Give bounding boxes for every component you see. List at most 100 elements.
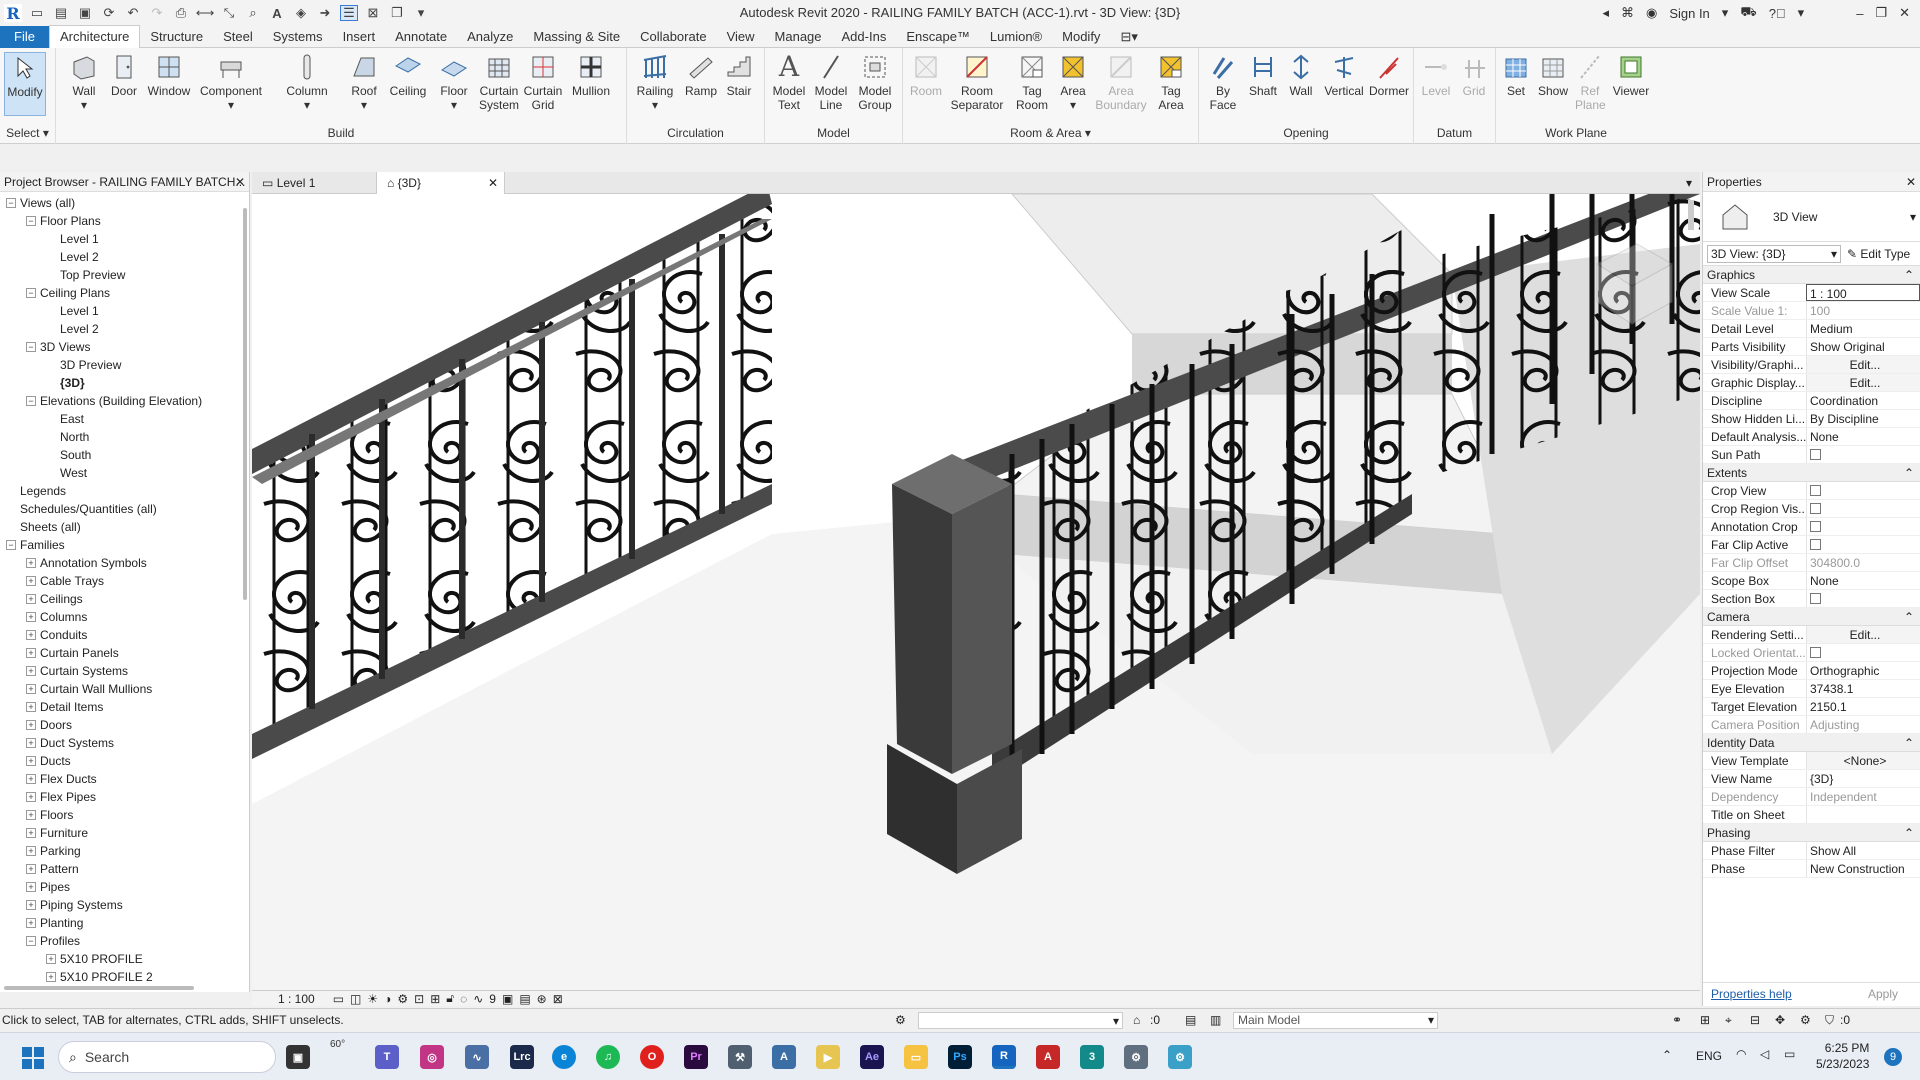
property-section-header[interactable]: Phasing ⌃ [1703, 824, 1920, 842]
column-button[interactable]: Column ▾ [282, 52, 332, 112]
roof-button[interactable]: Roof ▾ [346, 52, 382, 112]
mullion-button[interactable]: Mullion [568, 52, 614, 98]
model-group-button[interactable]: Model Group [853, 52, 897, 112]
area-boundary-button[interactable]: Area Boundary [1093, 52, 1149, 112]
status-filter-icon[interactable]: ⛉ [1825, 1009, 1834, 1031]
detail-level-icon[interactable]: ▭ [333, 992, 344, 1006]
render-icon[interactable]: ⚙ [397, 992, 408, 1006]
text-icon[interactable]: A [268, 5, 286, 21]
expand-toggle-icon[interactable]: + [26, 756, 36, 766]
premiere-icon[interactable]: Pr [684, 1045, 708, 1069]
collapse-toggle-icon[interactable]: − [26, 396, 36, 406]
tree-item[interactable]: Level 1 [0, 230, 249, 248]
sun-path-icon[interactable]: ☀ [367, 992, 378, 1006]
collapse-toggle-icon[interactable]: − [26, 288, 36, 298]
expand-toggle-icon[interactable]: + [26, 900, 36, 910]
cart-icon[interactable]: ⛟ [1740, 4, 1756, 22]
collapse-section-icon[interactable]: ⌃ [1904, 464, 1914, 482]
tree-item[interactable]: North [0, 428, 249, 446]
language-indicator[interactable]: ENG [1696, 1049, 1722, 1063]
tree-item[interactable]: Level 1 [0, 302, 249, 320]
tree-item[interactable]: +5X10 PROFILE 2 [0, 968, 249, 986]
set-button[interactable]: Set [1498, 52, 1534, 98]
property-value[interactable]: None [1806, 572, 1920, 589]
property-checkbox[interactable] [1806, 482, 1920, 499]
worksharing-status-icon[interactable]: ⚙ [895, 1009, 906, 1031]
folder-open-icon[interactable]: ▤ [52, 5, 70, 21]
property-section-header[interactable]: Graphics ⌃ [1703, 266, 1920, 284]
window-button[interactable]: Window [144, 52, 194, 98]
tree-item[interactable]: West [0, 464, 249, 482]
temp-properties-icon[interactable]: ▤ [519, 992, 530, 1006]
floor-button[interactable]: Floor ▾ [434, 52, 474, 112]
expand-toggle-icon[interactable]: + [46, 954, 56, 964]
tree-item[interactable]: + Columns [0, 608, 249, 626]
project-browser-close-icon[interactable]: ✕ [235, 172, 245, 192]
curtain-grid-button[interactable]: Curtain Grid [522, 52, 564, 112]
design-option-dropdown[interactable]: Main Model ▾ [1233, 1012, 1438, 1029]
crop-view-icon[interactable]: ⊡ [414, 992, 424, 1006]
checkbox[interactable] [1810, 539, 1821, 550]
property-value[interactable]: 37438.1 [1806, 680, 1920, 697]
tab-file[interactable]: File [0, 25, 49, 48]
tab-analyze[interactable]: Analyze [457, 26, 523, 48]
lightroom-icon[interactable]: Lrc [510, 1045, 534, 1069]
tab-enscape[interactable]: Enscape™ [896, 26, 980, 48]
expand-toggle-icon[interactable]: + [26, 738, 36, 748]
dormer-button[interactable]: Dormer [1367, 52, 1411, 98]
tree-item[interactable]: + Doors [0, 716, 249, 734]
room-button[interactable]: Room [905, 52, 947, 98]
expand-toggle-icon[interactable]: + [26, 630, 36, 640]
project-browser-hscrollbar[interactable] [4, 986, 194, 990]
property-edit-button[interactable]: Edit... [1806, 626, 1920, 643]
undo-icon[interactable]: ↶ [124, 5, 142, 21]
select-group-title[interactable]: Select ▾ [0, 126, 55, 140]
aligned-dimension-icon[interactable]: ⤡ [220, 5, 238, 21]
show-crop-icon[interactable]: ⊞ [430, 992, 440, 1006]
tab-level-1[interactable]: ▭ Level 1 [252, 172, 377, 194]
status-drag-icon[interactable]: ✥ [1775, 1009, 1785, 1031]
property-value[interactable] [1806, 806, 1920, 823]
measure-icon[interactable]: ⟷ [196, 5, 215, 21]
tree-item[interactable]: Schedules/Quantities (all) [0, 500, 249, 518]
tree-item[interactable]: Level 2 [0, 320, 249, 338]
tree-item[interactable]: + Ducts [0, 752, 249, 770]
model-line-button[interactable]: Model Line [811, 52, 851, 112]
status-faces-icon[interactable]: ⊟ [1750, 1009, 1760, 1031]
curtain-system-button[interactable]: Curtain System [476, 52, 522, 112]
property-value[interactable]: Show Original [1806, 338, 1920, 355]
property-section-header[interactable]: Camera ⌃ [1703, 608, 1920, 626]
tree-item[interactable]: + Flex Ducts [0, 770, 249, 788]
tab-insert[interactable]: Insert [333, 26, 386, 48]
tree-item[interactable]: + Annotation Symbols [0, 554, 249, 572]
room-area-group-title[interactable]: Room & Area ▾ [903, 126, 1198, 140]
battery-icon[interactable]: ▭ [1784, 1047, 1795, 1061]
expand-toggle-icon[interactable]: + [26, 918, 36, 928]
ribbon-minimize-icon[interactable]: ⊟▾ [1110, 26, 1147, 48]
worksharing-icon[interactable]: ▣ [502, 992, 513, 1006]
expand-toggle-icon[interactable]: + [26, 864, 36, 874]
collapse-toggle-icon[interactable]: − [26, 342, 36, 352]
area-button[interactable]: Area ▾ [1055, 52, 1091, 112]
archicad-icon[interactable]: A [1036, 1045, 1060, 1069]
property-value[interactable]: 1 : 100 [1806, 284, 1920, 301]
file-explorer-icon[interactable]: ▭ [904, 1045, 928, 1069]
tree-item[interactable]: + Parking [0, 842, 249, 860]
expand-toggle-icon[interactable]: + [26, 846, 36, 856]
status-background-icon[interactable]: ⚙ [1800, 1009, 1811, 1031]
tab-close-icon[interactable]: ✕ [488, 172, 498, 194]
open-icon[interactable]: ▭ [28, 5, 46, 21]
expand-toggle-icon[interactable]: + [26, 810, 36, 820]
temp-hide-icon[interactable]: ◌ [460, 992, 467, 1006]
property-checkbox[interactable] [1806, 518, 1920, 535]
property-checkbox[interactable] [1806, 446, 1920, 463]
expand-toggle-icon[interactable]: + [46, 972, 56, 982]
settings-icon[interactable]: ⚙ [1124, 1045, 1148, 1069]
restore-button[interactable]: ❐ [1875, 5, 1887, 21]
component-button[interactable]: Component ▾ [198, 52, 264, 112]
type-selector[interactable]: 3D View ▾ [1703, 192, 1920, 242]
minimize-button[interactable]: – [1856, 6, 1863, 21]
close-button[interactable]: ✕ [1899, 5, 1910, 21]
tree-item[interactable]: + Ceilings [0, 590, 249, 608]
sync-icon[interactable]: ⟳ [100, 5, 118, 21]
